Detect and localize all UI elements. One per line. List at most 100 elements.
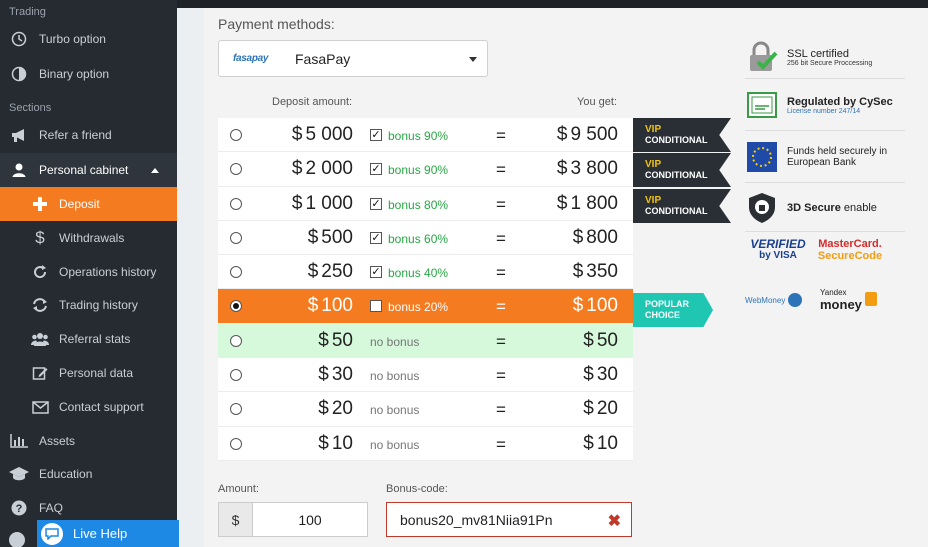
equals-sign: = <box>496 263 506 283</box>
you-get-amount: $50 <box>583 329 618 351</box>
bonus-label: bonus 90% <box>388 163 449 178</box>
sidebar-item-trading-history[interactable]: Trading history <box>0 288 177 322</box>
deposit-radio[interactable] <box>230 266 242 279</box>
amount-field[interactable]: $ 100 <box>218 502 368 537</box>
deposit-amount: $1 000 <box>291 192 353 214</box>
you-get-amount: $3 800 <box>556 158 618 180</box>
you-get-amount: $10 <box>583 432 618 454</box>
sidebar-item-contact-support[interactable]: Contact support <box>0 390 177 424</box>
plus-icon <box>30 194 50 214</box>
you-get-header: You get: <box>577 96 617 108</box>
live-help-label: Live Help <box>73 526 128 541</box>
deposit-radio[interactable] <box>230 437 242 450</box>
chevron-down-icon <box>469 57 477 62</box>
deposit-option-row[interactable]: $2 000 ✓ bonus 90% = $3 800 <box>218 152 633 187</box>
bonus-code-field[interactable]: bonus20_mv81Niia91Pn ✖ <box>386 502 632 537</box>
sidebar-item-label: Personal data <box>59 366 134 380</box>
sync-icon <box>30 295 50 315</box>
bonus-label: bonus 20% <box>388 300 449 315</box>
equals-sign: = <box>496 434 506 454</box>
you-get-amount: $800 <box>572 226 618 248</box>
sidebar-item-withdrawals[interactable]: $ Withdrawals <box>0 221 177 255</box>
deposit-radio[interactable] <box>230 369 242 382</box>
deposit-option-row[interactable]: $500 ✓ bonus 60% = $800 <box>218 220 633 256</box>
chevron-up-icon <box>151 167 159 173</box>
deposit-radio[interactable] <box>230 163 242 176</box>
amount-label: Amount: <box>218 483 259 495</box>
sidebar-item-binary-option[interactable]: Binary option <box>0 57 177 91</box>
sidebar-item-label: Personal cabinet <box>39 163 129 177</box>
sidebar-item-referral-stats[interactable]: Referral stats <box>0 322 177 356</box>
deposit-radio[interactable] <box>230 129 242 141</box>
deposit-amount: $5 000 <box>291 124 353 145</box>
live-help-button[interactable]: Live Help <box>37 520 179 547</box>
sidebar-item-label: Deposit <box>59 197 100 211</box>
you-get-amount: $30 <box>583 364 618 386</box>
shield-lock-icon <box>745 191 779 225</box>
users-icon <box>30 329 50 349</box>
section-label-trading: Trading <box>9 6 46 18</box>
sidebar-item-operations-history[interactable]: Operations history <box>0 255 177 289</box>
deposit-radio[interactable] <box>230 403 242 416</box>
equals-sign: = <box>496 400 506 420</box>
deposit-radio[interactable] <box>230 231 242 244</box>
payment-method-value: FasaPay <box>295 50 351 67</box>
deposit-option-row[interactable]: $5 000 ✓ bonus 90% = $9 500 <box>218 118 633 153</box>
deposit-amount: $2 000 <box>291 158 353 180</box>
user-icon <box>9 160 29 180</box>
bonus-label: bonus 90% <box>388 129 449 143</box>
deposit-radio[interactable] <box>230 334 242 347</box>
sidebar-item-personal-data[interactable]: Personal data <box>0 356 177 390</box>
sidebar-item-label: Assets <box>39 434 76 448</box>
equals-sign: = <box>496 297 506 317</box>
yandex-money-logo: Yandex money <box>820 287 877 311</box>
bonus-label: bonus 60% <box>388 231 449 246</box>
sidebar-item-label: Trading history <box>59 298 138 312</box>
bonus-checkbox[interactable]: ✓ <box>370 197 382 210</box>
sidebar-item-turbo-option[interactable]: Turbo option <box>0 22 177 56</box>
deposit-options-list: $5 000 ✓ bonus 90% = $9 500 $2 000 ✓ bon… <box>218 118 633 461</box>
deposit-radio[interactable] <box>230 197 242 210</box>
amount-input[interactable]: 100 <box>253 503 367 536</box>
sidebar-item-education[interactable]: Education <box>0 457 177 491</box>
bonus-checkbox[interactable] <box>370 300 382 313</box>
yandex-wallet-icon <box>864 292 877 306</box>
envelope-icon <box>30 397 50 417</box>
bonus-checkbox[interactable]: ✓ <box>370 231 382 244</box>
bonus-checkbox[interactable]: ✓ <box>370 163 382 176</box>
sidebar-item-deposit[interactable]: Deposit <box>0 187 177 221</box>
bonus-checkbox[interactable]: ✓ <box>370 129 382 141</box>
bonus-code-label: Bonus-code: <box>386 483 448 495</box>
eu-flag-icon <box>745 140 779 174</box>
deposit-option-row[interactable]: $20 no bonus = $20 <box>218 392 633 427</box>
sidebar-item-personal-cabinet[interactable]: Personal cabinet <box>0 153 177 187</box>
popular-choice-badge: POPULAR CHOICE <box>633 293 713 327</box>
deposit-option-row[interactable]: $10 no bonus = $10 <box>218 426 633 461</box>
bonus-label: bonus 40% <box>388 266 449 281</box>
svg-text:?: ? <box>16 503 23 515</box>
deposit-option-row[interactable]: $250 ✓ bonus 40% = $350 <box>218 255 633 290</box>
equals-sign: = <box>496 331 506 351</box>
deposit-radio[interactable] <box>230 300 242 313</box>
sidebar-item-assets[interactable]: Assets <box>0 424 177 458</box>
dollar-icon: $ <box>35 228 45 247</box>
vip-conditional-badge: VIP CONDITIONAL <box>633 189 731 223</box>
sidebar-item-label: Contact support <box>59 400 144 414</box>
sidebar-item-label: Referral stats <box>59 332 131 346</box>
deposit-option-row[interactable]: $50 no bonus = $50 <box>218 323 633 359</box>
sidebar-item-refer-a-friend[interactable]: Refer a friend <box>0 118 177 152</box>
lock-icon <box>745 40 779 74</box>
webmoney-logo: WebMoney <box>745 293 803 307</box>
equals-sign: = <box>496 194 506 214</box>
bar-chart-icon <box>9 431 29 451</box>
clear-icon[interactable]: ✖ <box>608 511 621 531</box>
deposit-option-row[interactable]: $1 000 ✓ bonus 80% = $1 800 <box>218 186 633 221</box>
deposit-option-row[interactable]: $30 no bonus = $30 <box>218 358 633 393</box>
bonus-checkbox[interactable]: ✓ <box>370 266 382 279</box>
bonus-code-input[interactable]: bonus20_mv81Niia91Pn <box>400 512 553 528</box>
payment-method-select[interactable]: fasapay FasaPay <box>218 40 488 77</box>
you-get-amount: $20 <box>583 398 618 420</box>
deposit-option-row-selected[interactable]: $100 bonus 20% = $100 <box>218 289 633 324</box>
eu-bank-badge: Funds held securely in European Bank <box>745 132 905 183</box>
question-icon: ? <box>9 498 29 518</box>
